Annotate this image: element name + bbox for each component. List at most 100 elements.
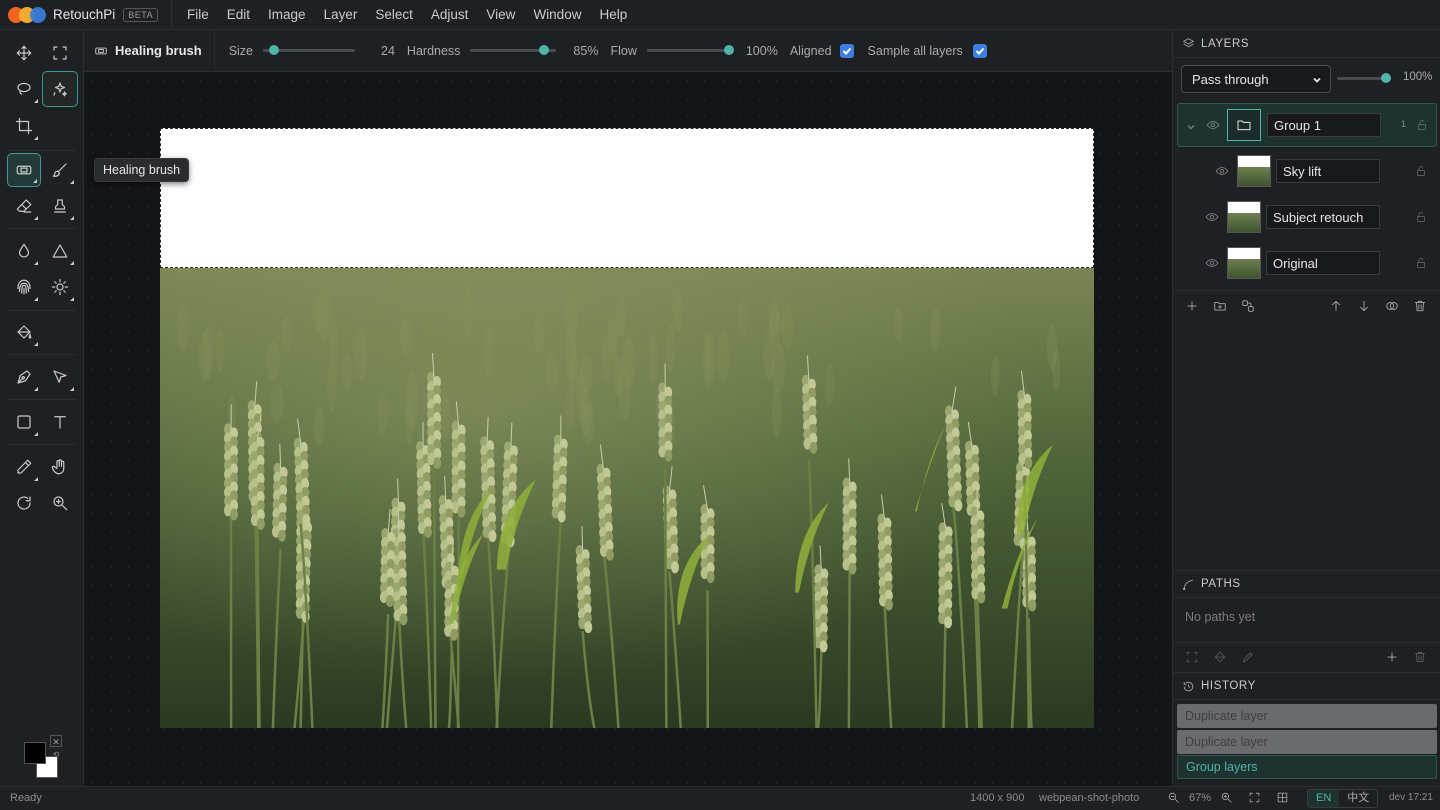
eraser-tool[interactable] <box>7 189 41 223</box>
new-group-icon[interactable] <box>1213 299 1229 315</box>
layer-thumbnail <box>1227 201 1261 233</box>
eraser-icon <box>16 199 32 213</box>
menu-file[interactable]: File <box>178 0 218 30</box>
visibility-eye-icon[interactable] <box>1215 164 1229 178</box>
sample-all-layers-checkbox[interactable] <box>972 43 987 58</box>
chevron-down-icon[interactable] <box>1186 120 1196 130</box>
version-label: dev 17:21 <box>1389 792 1433 803</box>
flow-slider[interactable] <box>646 45 734 55</box>
zoom-in-icon[interactable] <box>1220 791 1234 805</box>
flow-value: 100% <box>745 43 778 58</box>
layer-row-sky-lift[interactable]: Sky lift <box>1177 149 1437 193</box>
bandage-icon <box>16 165 32 175</box>
history-item-current[interactable]: Group layers <box>1177 755 1437 779</box>
mask-icon[interactable] <box>1241 299 1257 315</box>
menu-view[interactable]: View <box>477 0 524 30</box>
visibility-eye-icon[interactable] <box>1206 118 1220 132</box>
smudge-tool[interactable] <box>7 270 41 304</box>
move-tool[interactable] <box>7 36 41 70</box>
history-panel-header[interactable]: HISTORY <box>1173 672 1440 700</box>
app-name: RetouchPi <box>53 7 116 22</box>
duplicate-icon[interactable] <box>1385 299 1401 315</box>
trash-icon[interactable] <box>1413 299 1429 315</box>
drop-icon <box>18 243 30 258</box>
current-tool-name: Healing brush <box>115 43 202 58</box>
trash-icon[interactable] <box>1413 650 1429 666</box>
canvas-area[interactable] <box>84 72 1172 786</box>
stamp-tool[interactable] <box>43 189 77 223</box>
menu-help[interactable]: Help <box>590 0 636 30</box>
layer-row-group-1[interactable]: Group 1 1 <box>1177 103 1437 147</box>
menu-image[interactable]: Image <box>259 0 315 30</box>
visibility-eye-icon[interactable] <box>1205 210 1219 224</box>
menu-window[interactable]: Window <box>524 0 590 30</box>
foreground-color-swatch[interactable] <box>24 742 46 764</box>
healing-brush-tool[interactable] <box>7 153 41 187</box>
layer-name-field[interactable]: Group 1 <box>1267 113 1381 137</box>
history-item[interactable]: Duplicate layer <box>1177 730 1437 754</box>
layer-name-field[interactable]: Sky lift <box>1276 159 1380 183</box>
layer-opacity-slider[interactable] <box>1337 73 1391 83</box>
zoom-tool[interactable] <box>43 486 77 520</box>
lock-icon[interactable] <box>1415 211 1427 223</box>
status-bar: Ready 1400 x 900 webpean-shot-photo 67% … <box>0 786 1440 810</box>
visibility-eye-icon[interactable] <box>1205 256 1219 270</box>
main-menu: File Edit Image Layer Select Adjust View… <box>172 0 636 30</box>
aligned-checkbox[interactable] <box>839 43 854 58</box>
zoom-out-icon[interactable] <box>1167 791 1181 805</box>
layers-panel-header[interactable]: LAYERS <box>1173 30 1440 58</box>
add-path-icon[interactable] <box>1385 650 1401 666</box>
blend-mode-select[interactable]: Pass through <box>1181 65 1331 93</box>
pen-icon <box>17 370 31 384</box>
lasso-icon <box>17 82 31 95</box>
size-slider[interactable] <box>263 45 356 55</box>
layer-row-original[interactable]: Original <box>1177 241 1437 285</box>
lock-icon[interactable] <box>1415 165 1427 177</box>
document-canvas[interactable] <box>160 128 1094 728</box>
shape-tool[interactable] <box>7 405 41 439</box>
layers-panel-title: LAYERS <box>1201 37 1250 50</box>
hand-tool[interactable] <box>43 450 77 484</box>
path-to-selection-icon[interactable] <box>1185 650 1201 666</box>
move-icon <box>16 45 32 61</box>
menu-select[interactable]: Select <box>366 0 422 30</box>
fill-path-icon[interactable] <box>1213 650 1229 666</box>
fill-tool[interactable] <box>7 315 41 349</box>
pen-tool[interactable] <box>7 360 41 394</box>
lock-icon[interactable] <box>1416 119 1428 131</box>
chevron-down-icon <box>1312 73 1322 83</box>
move-down-icon[interactable] <box>1357 299 1373 315</box>
fit-screen-icon[interactable] <box>1248 791 1262 805</box>
menu-layer[interactable]: Layer <box>315 0 367 30</box>
grid-icon[interactable] <box>1276 791 1290 805</box>
language-zh[interactable]: 中文 <box>1339 790 1377 807</box>
language-en[interactable]: EN <box>1308 790 1340 807</box>
blur-tool[interactable] <box>7 234 41 268</box>
paths-panel-header[interactable]: PATHS <box>1173 570 1440 598</box>
path-select-tool[interactable] <box>43 360 77 394</box>
dodge-tool[interactable] <box>43 270 77 304</box>
stroke-path-icon[interactable] <box>1241 650 1257 666</box>
marquee-tool[interactable] <box>43 36 77 70</box>
sharpen-tool[interactable] <box>43 234 77 268</box>
layer-name-field[interactable]: Original <box>1266 251 1380 275</box>
crop-tool[interactable] <box>7 109 41 143</box>
eyedropper-tool[interactable] <box>7 450 41 484</box>
history-item[interactable]: Duplicate layer <box>1177 704 1437 728</box>
rectangle-icon <box>17 415 31 429</box>
swap-colors-icon[interactable]: ✕ <box>50 735 62 747</box>
text-tool[interactable] <box>43 405 77 439</box>
lasso-tool[interactable] <box>7 72 41 106</box>
move-up-icon[interactable] <box>1329 299 1345 315</box>
layer-name-field[interactable]: Subject retouch <box>1266 205 1380 229</box>
menu-adjust[interactable]: Adjust <box>422 0 478 30</box>
rotate-view-tool[interactable] <box>7 486 41 520</box>
lock-icon[interactable] <box>1415 257 1427 269</box>
layer-row-subject-retouch[interactable]: Subject retouch <box>1177 195 1437 239</box>
magic-select-tool[interactable] <box>42 71 78 107</box>
history-icon <box>1183 681 1194 691</box>
add-layer-icon[interactable] <box>1185 299 1201 315</box>
menu-edit[interactable]: Edit <box>218 0 259 30</box>
hardness-slider[interactable] <box>470 45 557 55</box>
brush-tool[interactable] <box>43 153 77 187</box>
